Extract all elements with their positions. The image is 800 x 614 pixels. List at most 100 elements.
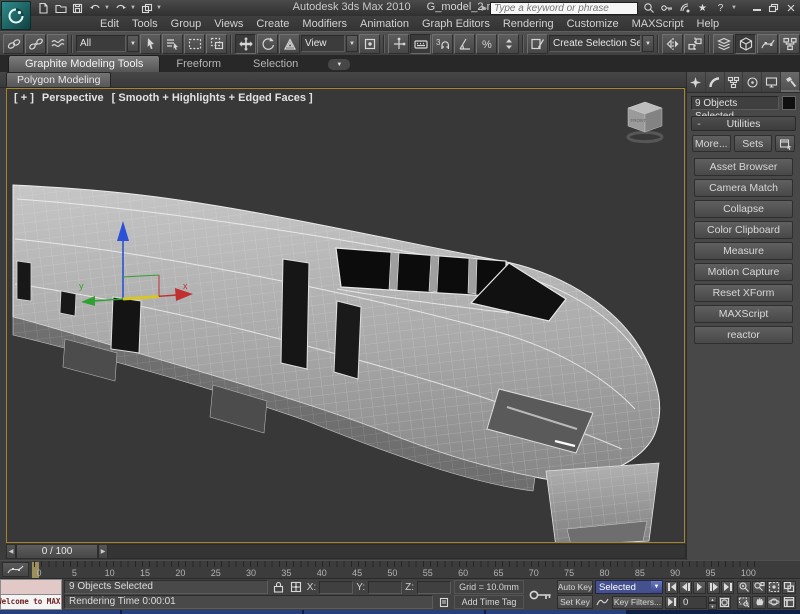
maxscript-mini-listener[interactable]: Welcome to MAX! bbox=[0, 579, 62, 610]
utility-button[interactable]: Motion Capture bbox=[694, 263, 793, 281]
spinner-up-icon[interactable]: ▲ bbox=[708, 596, 717, 603]
previous-frame-button[interactable] bbox=[679, 581, 692, 594]
time-slider-handle[interactable]: 0 / 100 bbox=[16, 544, 98, 559]
track-bar-ruler[interactable]: 0510152025303540455055606570758085909510… bbox=[34, 561, 756, 579]
more-utilities-button[interactable]: More... bbox=[692, 135, 731, 152]
angle-snap-toggle-icon[interactable] bbox=[454, 34, 475, 54]
menu-item[interactable]: Rendering bbox=[503, 18, 554, 30]
utility-button[interactable]: Measure bbox=[694, 242, 793, 260]
close-button[interactable] bbox=[784, 2, 797, 13]
track-bar[interactable]: 0510152025303540455055606570758085909510… bbox=[0, 560, 800, 578]
previous-frame-arrow-icon[interactable]: ◀ bbox=[6, 544, 16, 559]
edit-named-selection-sets-icon[interactable] bbox=[527, 34, 548, 54]
z-coordinate-field[interactable] bbox=[417, 581, 451, 594]
minimize-button[interactable] bbox=[750, 2, 763, 13]
auto-key-button[interactable]: Auto Key bbox=[557, 580, 593, 594]
macro-recorder-field[interactable] bbox=[0, 579, 62, 595]
utility-button[interactable]: Color Clipboard bbox=[694, 221, 793, 239]
selection-sets-arrow-icon[interactable]: ▼ bbox=[642, 35, 654, 52]
absolute-offset-mode-icon[interactable] bbox=[289, 580, 304, 594]
menu-item[interactable]: Help bbox=[697, 18, 720, 30]
time-tag-icon[interactable] bbox=[436, 595, 451, 609]
play-button[interactable] bbox=[693, 581, 706, 594]
viewcube[interactable]: FRONT bbox=[620, 99, 670, 145]
select-by-name-icon[interactable] bbox=[162, 34, 183, 54]
tab-polygon-modeling[interactable]: Polygon Modeling bbox=[6, 72, 111, 87]
listener-field[interactable]: Welcome to MAX! bbox=[0, 595, 62, 610]
select-object-icon[interactable] bbox=[140, 34, 161, 54]
search-icon[interactable] bbox=[641, 2, 656, 15]
bind-to-space-warp-icon[interactable] bbox=[47, 34, 68, 54]
key-filters-button[interactable]: Key Filters... bbox=[612, 596, 663, 609]
modify-tab-icon[interactable] bbox=[706, 72, 725, 92]
viewport-shading-menu[interactable]: [ Smooth + Highlights + Edged Faces ] bbox=[112, 92, 313, 104]
utility-button[interactable]: Reset XForm bbox=[694, 284, 793, 302]
maximize-viewport-toggle-icon[interactable] bbox=[782, 596, 796, 609]
zoom-region-icon[interactable] bbox=[737, 596, 751, 609]
spinner-snap-toggle-icon[interactable] bbox=[498, 34, 519, 54]
selection-filter-dropdown[interactable]: All bbox=[76, 35, 126, 52]
y-coordinate-field[interactable] bbox=[368, 581, 402, 594]
reference-coordinate-system-dropdown[interactable]: View bbox=[301, 35, 345, 52]
menu-item[interactable]: Animation bbox=[360, 18, 409, 30]
display-tab-icon[interactable] bbox=[762, 72, 781, 92]
next-frame-arrow-icon[interactable]: ▶ bbox=[98, 544, 108, 559]
coordinate-system-arrow-icon[interactable]: ▼ bbox=[346, 35, 358, 52]
menu-item[interactable]: Modifiers bbox=[302, 18, 347, 30]
perspective-viewport[interactable]: [ + ] Perspective [ Smooth + Highlights … bbox=[6, 88, 685, 543]
motion-tab-icon[interactable] bbox=[743, 72, 762, 92]
mini-curve-editor-icon[interactable] bbox=[2, 562, 29, 577]
go-to-end-button[interactable] bbox=[721, 581, 734, 594]
mirror-icon[interactable] bbox=[662, 34, 683, 54]
rollout-collapse-icon[interactable]: - bbox=[692, 118, 706, 130]
tab-freeform[interactable]: Freeform bbox=[160, 56, 237, 72]
percent-snap-toggle-icon[interactable]: % bbox=[476, 34, 497, 54]
unlink-selection-icon[interactable] bbox=[25, 34, 46, 54]
current-frame-field[interactable]: 0 bbox=[679, 596, 707, 609]
help-icon[interactable]: ? bbox=[713, 2, 728, 15]
pan-hand-icon[interactable] bbox=[752, 596, 766, 609]
menu-item[interactable]: Group bbox=[171, 18, 202, 30]
subscription-key-icon[interactable] bbox=[659, 2, 674, 15]
keyboard-shortcut-override-icon[interactable] bbox=[410, 34, 431, 54]
menu-item[interactable]: Edit bbox=[100, 18, 119, 30]
curve-editor-icon[interactable] bbox=[757, 34, 778, 54]
selection-lock-icon[interactable] bbox=[271, 580, 286, 594]
snaps-toggle-3d-icon[interactable]: 3 bbox=[432, 34, 453, 54]
utility-button[interactable]: Camera Match bbox=[694, 179, 793, 197]
object-color-swatch[interactable] bbox=[782, 96, 796, 110]
communication-center-icon[interactable] bbox=[677, 2, 692, 15]
hierarchy-tab-icon[interactable] bbox=[725, 72, 744, 92]
zoom-extents-all-icon[interactable] bbox=[782, 581, 796, 594]
train-model[interactable] bbox=[13, 185, 660, 542]
add-time-tag-button[interactable]: Add Time Tag bbox=[454, 595, 524, 609]
select-and-move-icon[interactable] bbox=[235, 34, 256, 54]
tab-graphite-modeling-tools[interactable]: Graphite Modeling Tools bbox=[8, 55, 160, 72]
selection-dropdown-arrow-icon[interactable]: ▼ bbox=[651, 581, 662, 593]
tab-selection[interactable]: Selection bbox=[237, 56, 314, 72]
create-tab-icon[interactable] bbox=[687, 72, 706, 92]
ribbon-collapse-icon[interactable]: ▼ bbox=[328, 59, 350, 70]
utility-button[interactable]: reactor bbox=[694, 326, 793, 344]
infocenter-expand-icon[interactable]: ▶ bbox=[482, 4, 487, 12]
restore-button[interactable] bbox=[767, 2, 780, 13]
selection-filter-arrow-icon[interactable]: ▼ bbox=[127, 35, 139, 52]
keyword-search-input[interactable] bbox=[490, 2, 638, 15]
viewport-nav-menu[interactable]: [ + ] bbox=[14, 92, 34, 104]
window-crossing-icon[interactable] bbox=[206, 34, 227, 54]
zoom-all-icon[interactable] bbox=[752, 581, 766, 594]
x-coordinate-field[interactable] bbox=[319, 581, 353, 594]
application-menu-button[interactable] bbox=[1, 1, 31, 30]
selection-set-dropdown[interactable]: Selected▼ bbox=[595, 580, 663, 594]
menu-item[interactable]: Views bbox=[214, 18, 243, 30]
menu-item[interactable]: MAXScript bbox=[632, 18, 684, 30]
configure-button-sets-icon[interactable] bbox=[775, 135, 795, 152]
frame-spinner[interactable]: ▲ ▼ bbox=[708, 596, 717, 609]
zoom-extents-icon[interactable] bbox=[767, 581, 781, 594]
align-icon[interactable] bbox=[684, 34, 705, 54]
select-and-link-icon[interactable] bbox=[3, 34, 24, 54]
utilities-tab-icon[interactable] bbox=[781, 72, 800, 92]
set-key-button[interactable]: Set Key bbox=[557, 595, 593, 609]
viewport-view-menu[interactable]: Perspective bbox=[42, 92, 104, 104]
time-slider-track[interactable] bbox=[108, 544, 686, 559]
